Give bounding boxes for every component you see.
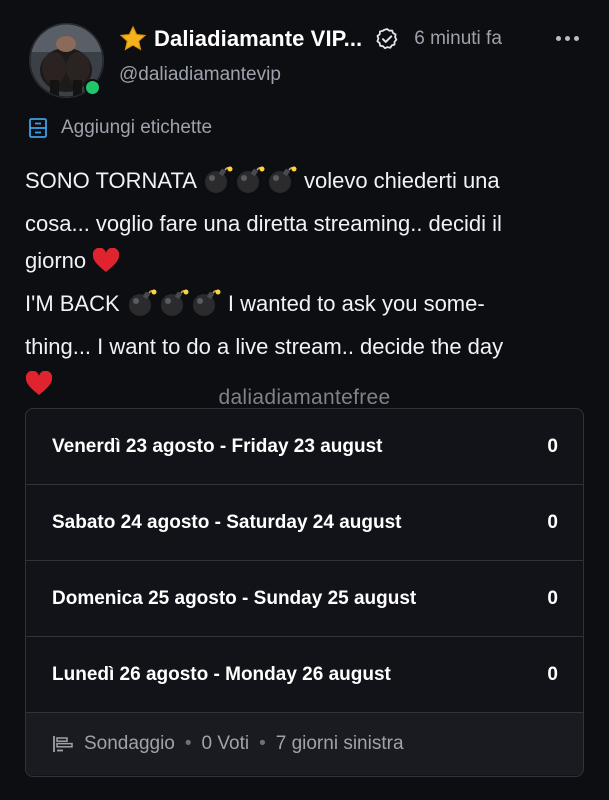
post-text-line: thing... I want to do a live stream.. de… xyxy=(25,334,504,359)
separator-dot: • xyxy=(259,733,266,754)
post-text-line: I'M BACK xyxy=(25,291,126,316)
poll-type-label: Sondaggio xyxy=(84,733,175,754)
poll-option[interactable]: Sabato 24 agosto - Saturday 24 august 0 xyxy=(26,485,583,561)
poll-option-votes: 0 xyxy=(547,663,558,685)
bomb-icon xyxy=(202,166,298,205)
poll-option[interactable]: Venerdì 23 agosto - Friday 23 august 0 xyxy=(26,409,583,485)
poll-votes-label: 0 Voti xyxy=(201,733,250,754)
username-handle[interactable]: @daliadiamantevip xyxy=(119,64,281,86)
post-text: SONO TORNATA volevo chiederti una cosa..… xyxy=(25,162,590,408)
post-text-line: cosa... voglio fare una diretta streamin… xyxy=(25,211,502,236)
poll-option-votes: 0 xyxy=(547,435,558,457)
poll-remaining-label: 7 giorni sinistra xyxy=(275,733,404,754)
more-options-icon[interactable] xyxy=(556,33,582,43)
poll: Venerdì 23 agosto - Friday 23 august 0 S… xyxy=(25,408,584,777)
post-text-line: I wanted to ask you some- xyxy=(221,291,485,316)
post-timestamp: 6 minuti fa xyxy=(414,28,502,49)
display-name[interactable]: Daliadiamante VIP... xyxy=(154,26,362,52)
poll-option-votes: 0 xyxy=(547,511,558,533)
poll-option-label: Sabato 24 agosto - Saturday 24 august xyxy=(52,511,402,533)
add-tags-button[interactable]: Aggiungi etichette xyxy=(27,117,212,139)
add-tags-label: Aggiungi etichette xyxy=(61,117,213,138)
online-status-indicator xyxy=(84,79,101,96)
poll-option-label: Lunedì 26 agosto - Monday 26 august xyxy=(52,663,391,685)
poll-icon xyxy=(53,736,73,752)
post-text-line: giorno xyxy=(25,248,93,273)
poll-option[interactable]: Lunedì 26 agosto - Monday 26 august 0 xyxy=(26,637,583,713)
poll-option-label: Domenica 25 agosto - Sunday 25 august xyxy=(52,587,417,609)
poll-option-label: Venerdì 23 agosto - Friday 23 august xyxy=(52,435,383,457)
poll-option[interactable]: Domenica 25 agosto - Sunday 25 august 0 xyxy=(26,561,583,637)
poll-option-votes: 0 xyxy=(547,587,558,609)
verified-icon xyxy=(374,26,400,52)
post-text-line: volevo chiederti una xyxy=(297,168,500,193)
post-text-line: SONO TORNATA xyxy=(25,168,202,193)
tag-icon xyxy=(29,118,47,138)
bomb-icon xyxy=(126,289,222,328)
separator-dot: • xyxy=(184,733,192,754)
poll-footer: Sondaggio • 0 Voti • 7 giorni sinistra xyxy=(26,713,583,775)
post-header: Daliadiamante VIP... 6 minuti fa xyxy=(118,22,588,56)
heart-icon xyxy=(92,247,120,285)
star-icon xyxy=(118,24,148,54)
watermark: daliadiamantefree xyxy=(218,386,391,409)
